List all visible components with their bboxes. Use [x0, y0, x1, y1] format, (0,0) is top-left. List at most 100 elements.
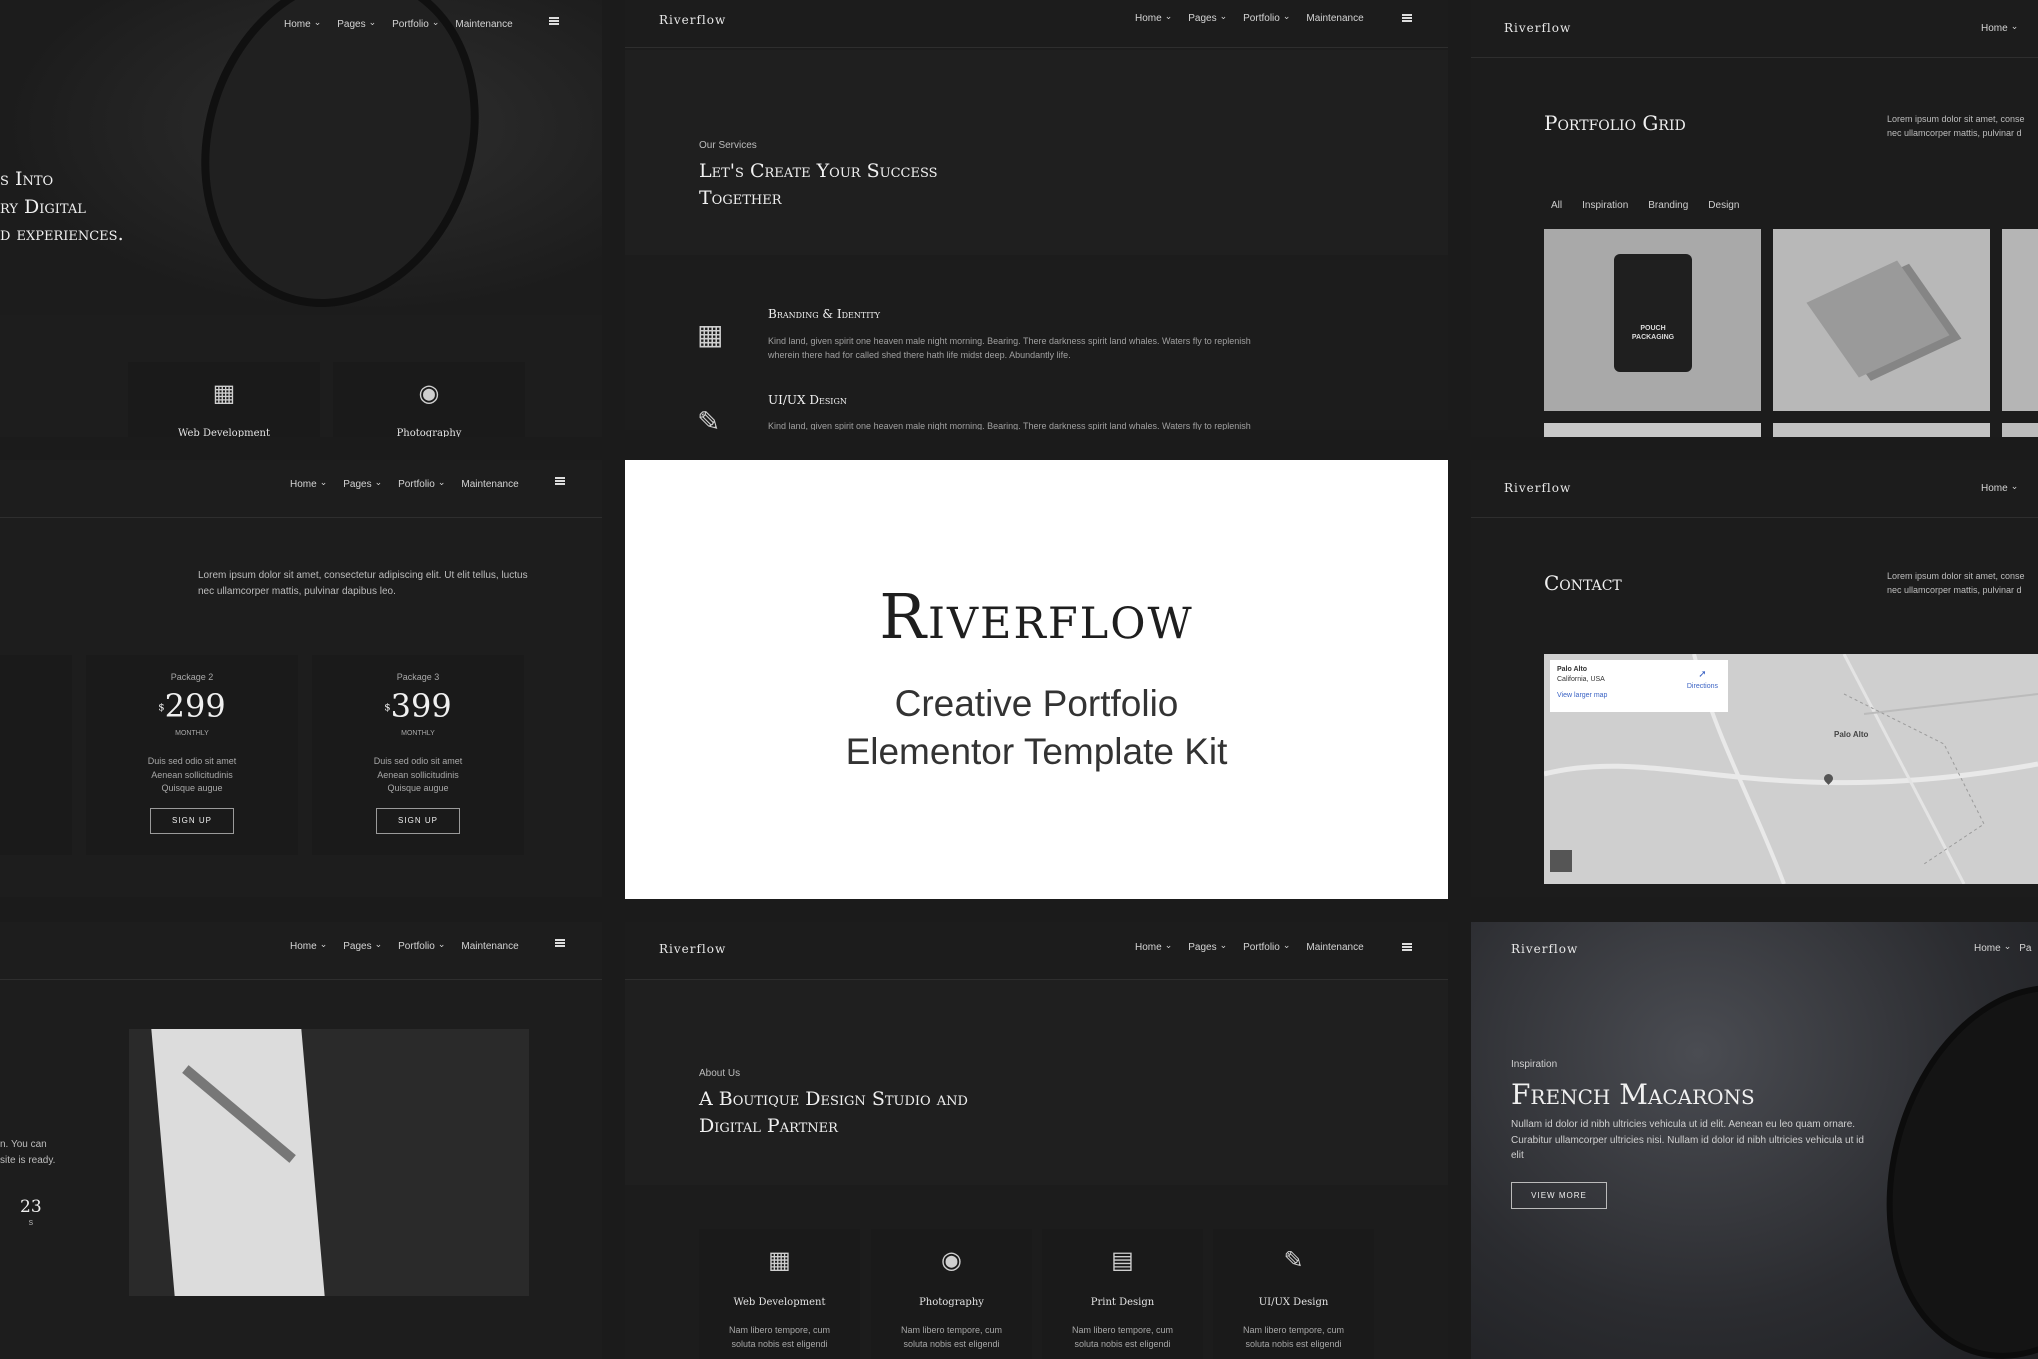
nav-portfolio[interactable]: Portfolio — [398, 479, 445, 490]
nav-home[interactable]: Home — [1981, 483, 2018, 494]
page-title: Contact — [1544, 571, 1622, 595]
excerpt-line-3: elit — [1511, 1150, 1524, 1161]
nav-pages[interactable]: Pages — [1188, 942, 1227, 953]
nav-portfolio[interactable]: Portfolio — [392, 19, 439, 30]
uiux-icon: ✎ — [1283, 1247, 1304, 1274]
nav-home[interactable]: Home — [1981, 23, 2018, 34]
heading-line-1: Let's Create Your Success — [699, 160, 938, 182]
nav-home[interactable]: Home — [1974, 943, 2011, 954]
card-text-1: Nam libero tempore, cum — [728, 1325, 831, 1335]
view-more-button[interactable]: View More — [1511, 1182, 1607, 1209]
nav-pages[interactable]: Pages — [337, 19, 376, 30]
text-line-2: wherein there had for called shed there … — [768, 350, 1071, 361]
nav-portfolio[interactable]: Portfolio — [1243, 13, 1290, 24]
card-title: Web Development — [733, 1297, 826, 1308]
nav-pages[interactable]: Pa — [2019, 943, 2031, 954]
card-text-2: soluta nobis est eligendi — [731, 1338, 828, 1349]
tile-about-preview: Riverflow Home Pages Portfolio Maintenan… — [625, 922, 1448, 1359]
about-card-web[interactable]: ▦ Web Development Nam libero tempore, cu… — [699, 1229, 860, 1359]
kit-title: Riverflow — [879, 580, 1194, 653]
brand-logo[interactable]: Riverflow — [1504, 481, 1571, 495]
menu-icon[interactable] — [1402, 943, 1412, 951]
top-nav: Home Pages Portfolio Maintenance — [290, 941, 519, 952]
filter-inspiration[interactable]: Inspiration — [1582, 200, 1628, 211]
card-text: Nam libero tempore, cum soluta nobis est… — [1213, 1324, 1374, 1351]
text-line-1: Lorem ipsum dolor sit amet, consectetur … — [198, 570, 528, 581]
portfolio-item-partial[interactable] — [2002, 229, 2038, 411]
nav-home[interactable]: Home — [1135, 13, 1172, 24]
pricing-card-partial — [0, 655, 72, 855]
hero-line-1: s Into — [0, 168, 54, 190]
filter-branding[interactable]: Branding — [1648, 200, 1688, 211]
menu-icon[interactable] — [555, 477, 565, 485]
menu-icon[interactable] — [555, 939, 565, 947]
top-nav: Home — [1981, 483, 2018, 494]
menu-icon[interactable] — [1402, 14, 1412, 22]
nav-home[interactable]: Home — [290, 941, 327, 952]
hero-line-2: ry Digital — [0, 195, 86, 218]
portfolio-item-pouch[interactable]: POUCH PACKAGING — [1544, 229, 1761, 411]
post-category: Inspiration — [1511, 1059, 1558, 1070]
about-card-print[interactable]: ▤ Print Design Nam libero tempore, cum s… — [1042, 1229, 1203, 1359]
brand-logo[interactable]: Riverflow — [1504, 21, 1571, 35]
service-title-branding: Branding & Identity — [768, 307, 881, 321]
card-title: UI/UX Design — [1258, 1297, 1329, 1308]
pouch-label: POUCH PACKAGING — [1614, 324, 1692, 342]
nav-pages[interactable]: Pages — [343, 479, 382, 490]
price-value: 299 — [164, 687, 226, 725]
package-price: $299 — [86, 687, 298, 725]
nav-home[interactable]: Home — [290, 479, 327, 490]
pouch-image: POUCH PACKAGING — [1614, 254, 1692, 372]
portfolio-row-2c — [2002, 423, 2038, 437]
nav-home[interactable]: Home — [284, 19, 321, 30]
nav-maintenance[interactable]: Maintenance — [1306, 942, 1363, 953]
navbar: Home Pages Portfolio Maintenance — [0, 922, 602, 980]
map-embed[interactable]: Palo Alto California, USA View larger ma… — [1544, 654, 2038, 884]
about-card-photo[interactable]: ◉ Photography Nam libero tempore, cum so… — [871, 1229, 1032, 1359]
feature-2: Aenean sollicitudinis — [151, 769, 233, 780]
portfolio-item-box[interactable] — [1773, 229, 1990, 411]
top-nav: Home Pages Portfolio Maintenance — [290, 479, 519, 490]
package-price: $399 — [312, 687, 524, 725]
brand-logo[interactable]: Riverflow — [659, 13, 726, 27]
nav-maintenance[interactable]: Maintenance — [455, 19, 512, 30]
service-card-web[interactable]: ▦ Web Development — [128, 362, 320, 437]
map-thumbnail[interactable] — [1550, 850, 1572, 872]
brand-logo[interactable]: Riverflow — [1511, 942, 1578, 956]
about-card-uiux[interactable]: ✎ UI/UX Design Nam libero tempore, cum s… — [1213, 1229, 1374, 1359]
excerpt-line-2: Curabitur ullamcorper ultricies nisi. Nu… — [1511, 1134, 1864, 1146]
nav-maintenance[interactable]: Maintenance — [461, 479, 518, 490]
text-line-1: Lorem ipsum dolor sit amet, conse — [1887, 571, 2025, 581]
excerpt-line-1: Nullam id dolor id nibh ultricies vehicu… — [1511, 1119, 1856, 1130]
filter-design[interactable]: Design — [1708, 200, 1739, 211]
filter-all[interactable]: All — [1551, 200, 1562, 211]
navbar: Riverflow Home Pages Portfolio Maintenan… — [625, 922, 1448, 980]
web-development-icon: ▦ — [212, 380, 236, 407]
directions-link[interactable]: ➚ Directions — [1687, 668, 1718, 692]
top-nav: Home Pages Portfolio Maintenance — [1135, 13, 1364, 24]
nav-home[interactable]: Home — [1135, 942, 1172, 953]
maintenance-text: n. You can site is ready. — [0, 1137, 55, 1169]
nav-portfolio[interactable]: Portfolio — [398, 941, 445, 952]
nav-pages[interactable]: Pages — [343, 941, 382, 952]
kit-subtitle: Creative Portfolio Elementor Template Ki… — [625, 680, 1448, 776]
nav-maintenance[interactable]: Maintenance — [461, 941, 518, 952]
tile-contact-preview: Riverflow Home Contact Lorem ipsum dolor… — [1471, 460, 2038, 897]
nav-maintenance[interactable]: Maintenance — [1306, 13, 1363, 24]
menu-icon[interactable] — [549, 17, 559, 25]
sign-up-button[interactable]: Sign Up — [376, 808, 460, 834]
text-line-1: n. You can — [0, 1139, 47, 1150]
service-card-photo[interactable]: ◉ Photography — [333, 362, 525, 437]
nav-portfolio[interactable]: Portfolio — [1243, 942, 1290, 953]
feature-2: Aenean sollicitudinis — [377, 769, 459, 780]
top-nav: Home Pages Portfolio Maintenance — [284, 19, 513, 30]
feature-3: Quisque augue — [161, 783, 223, 793]
view-larger-map-link[interactable]: View larger map — [1557, 691, 1721, 701]
section-heading: A Boutique Design Studio and Digital Par… — [699, 1086, 968, 1139]
sign-up-button[interactable]: Sign Up — [150, 808, 234, 834]
card-title: Photography — [396, 428, 462, 437]
package-features: Duis sed odio sit amet Aenean sollicitud… — [86, 755, 298, 796]
brand-logo[interactable]: Riverflow — [659, 942, 726, 956]
nav-pages[interactable]: Pages — [1188, 13, 1227, 24]
feature-1: Duis sed odio sit amet — [147, 756, 237, 766]
